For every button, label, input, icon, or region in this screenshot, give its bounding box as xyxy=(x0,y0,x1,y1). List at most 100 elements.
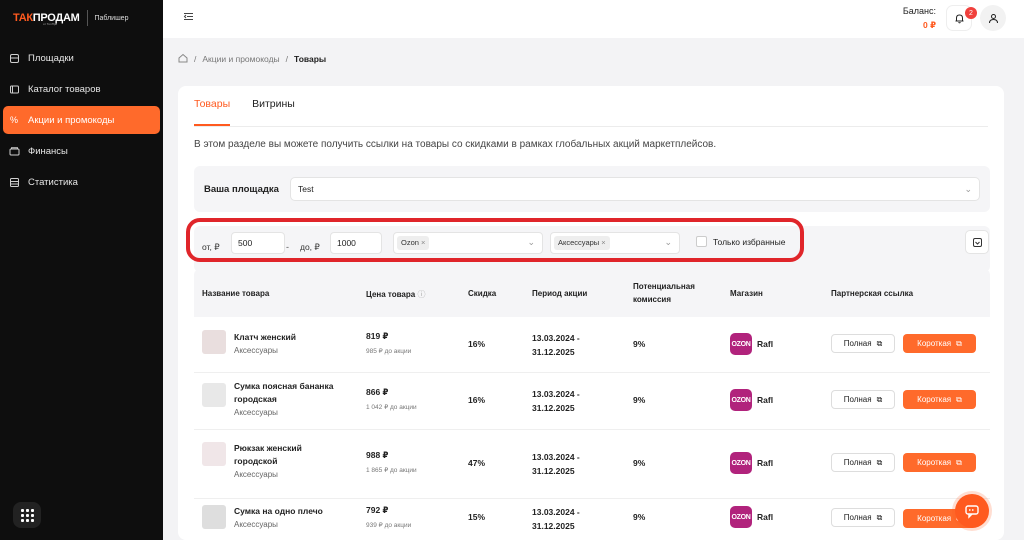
product-period: 13.03.2024 -31.12.2025 xyxy=(532,452,580,476)
chat-icon xyxy=(965,505,979,519)
full-link-button[interactable]: Полная ⧉ xyxy=(831,334,895,353)
tabs: Товары Витрины xyxy=(194,86,295,126)
grid-icon xyxy=(20,508,34,522)
full-link-button[interactable]: Полная ⧉ xyxy=(831,390,895,409)
full-link-button[interactable]: Полная ⧉ xyxy=(831,453,895,472)
price-dash: - xyxy=(286,242,289,252)
logo-divider xyxy=(87,10,89,26)
product-price: 988 ₽ xyxy=(366,450,389,460)
balance-label: Баланс: xyxy=(902,6,936,16)
home-icon[interactable] xyxy=(178,53,188,65)
sidebar-item-catalog[interactable]: Каталог товаров xyxy=(3,75,160,103)
product-period: 13.03.2024 -31.12.2025 xyxy=(532,507,580,531)
tab-products[interactable]: Товары xyxy=(194,86,231,126)
table-row: Рюкзак женский городской Аксессуары 988 ₽… xyxy=(194,430,990,499)
chat-button[interactable] xyxy=(955,494,989,528)
product-commission: 9% xyxy=(633,339,646,349)
product-image[interactable] xyxy=(202,330,226,354)
breadcrumb-current: Товары xyxy=(294,54,327,64)
price-to-input[interactable]: 1000 xyxy=(330,232,382,254)
sidebar-item-platforms[interactable]: Площадки xyxy=(3,44,160,72)
catalog-icon xyxy=(8,83,20,95)
product-name[interactable]: Клатч женский xyxy=(234,331,296,344)
sidebar-item-statistics[interactable]: Статистика xyxy=(3,168,160,196)
shop-name: Rafl xyxy=(757,512,774,522)
copy-icon: ⧉ xyxy=(876,338,883,348)
shop-name: Rafl xyxy=(757,458,774,468)
user-icon xyxy=(988,13,998,23)
chevron-down-icon: ⌄ xyxy=(664,237,672,247)
chip-remove-icon: × xyxy=(420,238,426,247)
product-category: Аксессуары xyxy=(234,408,278,417)
product-old-price: 1 042 ₽ до акции xyxy=(366,404,417,411)
product-image[interactable] xyxy=(202,442,226,466)
product-discount: 15% xyxy=(468,512,486,522)
product-image[interactable] xyxy=(202,383,226,407)
copy-icon: ⧉ xyxy=(956,338,962,348)
shop-name: Rafl xyxy=(757,339,774,349)
price-from-label: от, ₽ xyxy=(202,242,220,252)
product-price: 792 ₽ xyxy=(366,505,389,515)
copy-icon: ⧉ xyxy=(876,512,883,522)
product-old-price: 1 865 ₽ до акции xyxy=(366,467,417,474)
apps-grid-button[interactable] xyxy=(13,502,41,528)
col-price: Цена товара ⓘ xyxy=(366,290,426,299)
export-button[interactable] xyxy=(965,230,989,254)
ozon-logo: OZON xyxy=(730,452,752,474)
chevron-down-icon: ⌄ xyxy=(527,237,535,247)
tab-showcases[interactable]: Витрины xyxy=(252,86,295,126)
category-select[interactable]: Аксессуары × ⌄ xyxy=(550,232,680,254)
sidebar-item-promotions[interactable]: % Акции и промокоды xyxy=(3,106,160,134)
col-link: Партнерская ссылка xyxy=(831,289,914,298)
marketplace-select[interactable]: Ozon × ⌄ xyxy=(393,232,543,254)
sidebar-nav: Площадки Каталог товаров % Акции и промо… xyxy=(0,44,163,199)
breadcrumb-separator: / xyxy=(285,54,289,64)
product-period: 13.03.2024 -31.12.2025 xyxy=(532,333,580,357)
menu-collapse-icon[interactable] xyxy=(183,11,195,23)
platform-select[interactable]: Test ⌄ xyxy=(290,177,980,201)
category-chip[interactable]: Аксессуары × xyxy=(554,236,610,250)
sidebar-item-finance[interactable]: Финансы xyxy=(3,137,160,165)
sidebar-item-label: Финансы xyxy=(28,145,68,157)
full-link-button[interactable]: Полная ⧉ xyxy=(831,508,895,527)
favorites-label: Только избранные xyxy=(713,236,786,247)
col-period: Период акции xyxy=(532,289,588,298)
notifications-badge: 2 xyxy=(965,7,977,19)
product-category: Аксессуары xyxy=(234,346,278,355)
platform-label: Ваша площадка xyxy=(204,184,279,195)
copy-icon: ⧉ xyxy=(876,394,883,404)
chevron-down-icon: ⌄ xyxy=(964,184,972,194)
topbar: Баланс: 0 ₽ 2 xyxy=(163,0,1024,38)
col-discount: Скидка xyxy=(468,289,497,298)
product-old-price: 939 ₽ до акции xyxy=(366,522,412,529)
tabs-divider xyxy=(194,126,988,127)
notifications-button[interactable]: 2 xyxy=(946,5,977,31)
sidebar-item-label: Каталог товаров xyxy=(28,83,101,95)
price-from-input[interactable]: 500 xyxy=(231,232,285,254)
product-image[interactable] xyxy=(202,505,226,529)
short-link-button[interactable]: Короткая⧉ xyxy=(903,334,976,353)
table-header: Название товара Цена товара ⓘ Скидка Пер… xyxy=(194,269,990,317)
product-name[interactable]: Рюкзак женский городской xyxy=(234,442,302,468)
platform-select-value: Test xyxy=(298,184,314,194)
breadcrumb-promotions[interactable]: Акции и промокоды xyxy=(202,54,279,64)
col-shop: Магазин xyxy=(730,289,763,298)
short-link-button[interactable]: Короткая⧉ xyxy=(903,453,976,472)
user-button[interactable] xyxy=(980,5,1006,31)
favorites-toggle[interactable]: Только избранные xyxy=(696,236,785,247)
logo[interactable]: ТАКПРОДАМ от ТопПро Паблишер xyxy=(13,10,128,26)
product-name[interactable]: Сумка поясная бананка городская xyxy=(234,380,333,406)
sidebar-item-label: Статистика xyxy=(28,176,78,188)
chip-remove-icon: × xyxy=(601,238,606,247)
table-row: Клатч женский Аксессуары 819 ₽ 985 ₽ до … xyxy=(194,317,990,373)
short-link-button[interactable]: Короткая⧉ xyxy=(903,390,976,409)
marketplace-chip[interactable]: Ozon × xyxy=(397,236,430,250)
col-commission: Потенциальная комиссия xyxy=(633,282,695,304)
stats-icon xyxy=(8,176,20,188)
page-description: В этом разделе вы можете получить ссылки… xyxy=(194,139,717,150)
product-name[interactable]: Сумка на одно плечо xyxy=(234,505,323,518)
favorites-checkbox[interactable] xyxy=(696,236,707,247)
shop-name: Rafl xyxy=(757,395,774,405)
main-card: Товары Витрины В этом разделе вы можете … xyxy=(178,86,1004,540)
ozon-logo: OZON xyxy=(730,506,752,528)
